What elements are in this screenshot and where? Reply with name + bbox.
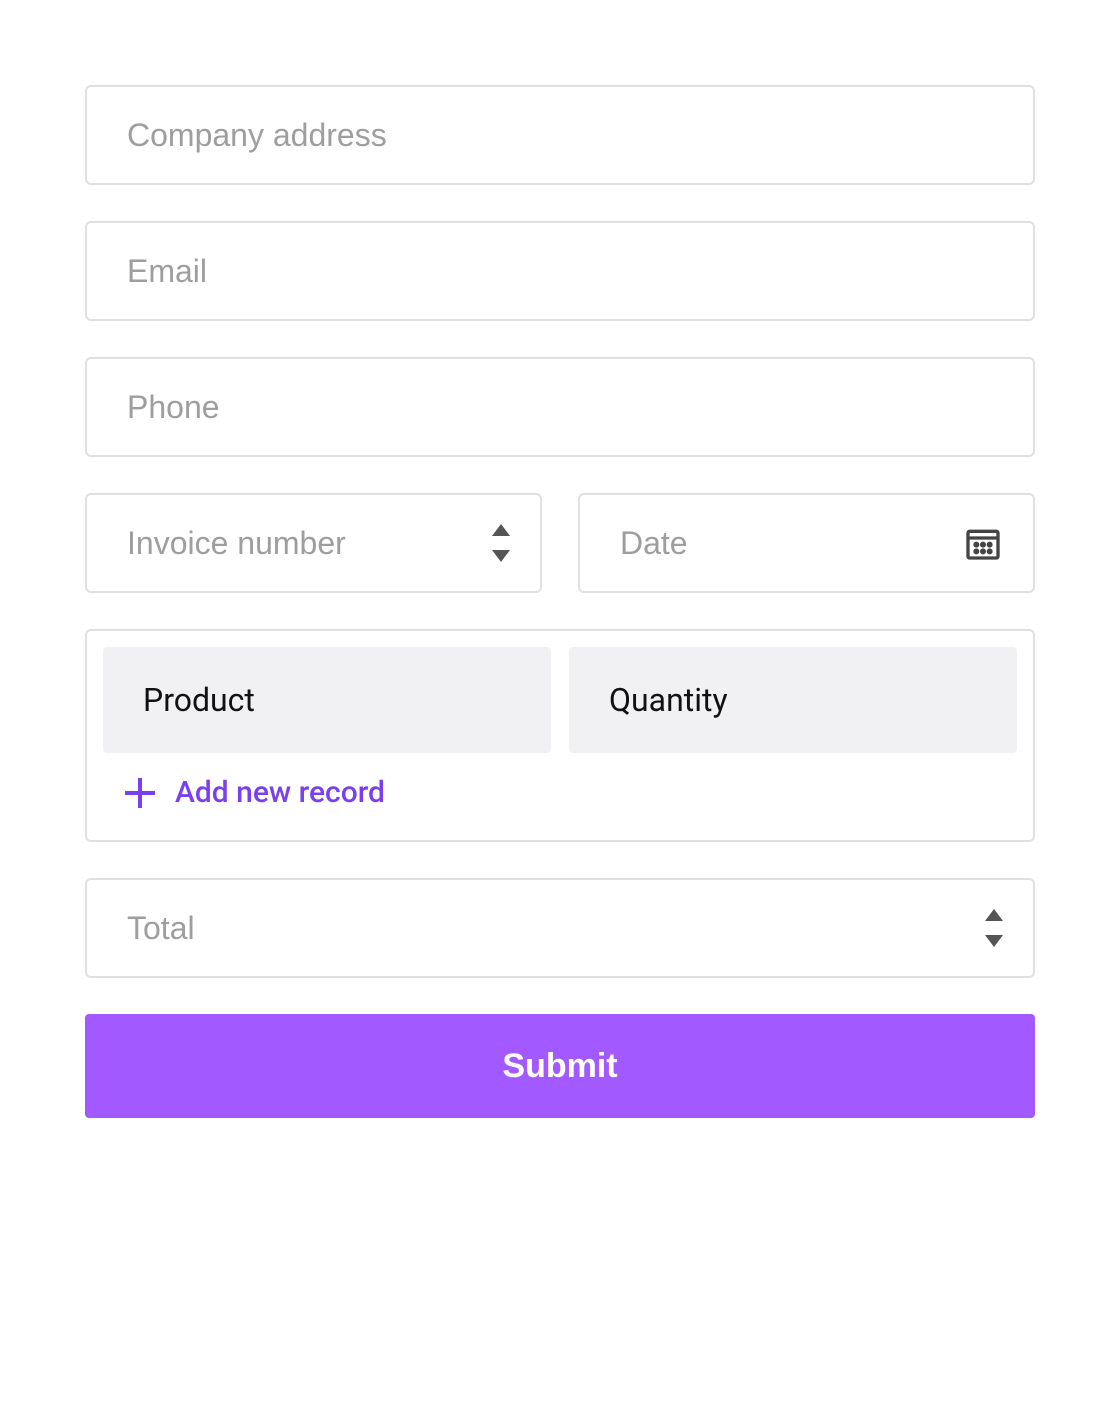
- date-field[interactable]: [620, 525, 993, 562]
- invoice-date-row: [85, 493, 1035, 593]
- email-field-wrap: [85, 221, 1035, 321]
- step-up-icon[interactable]: [985, 909, 1003, 921]
- total-stepper: [985, 909, 1003, 947]
- step-up-icon[interactable]: [492, 524, 510, 536]
- company-address-field[interactable]: [127, 117, 993, 154]
- submit-button[interactable]: Submit: [85, 1014, 1035, 1118]
- total-field[interactable]: [127, 910, 993, 947]
- phone-field[interactable]: [127, 389, 993, 426]
- step-down-icon[interactable]: [492, 550, 510, 562]
- date-field-wrap: [578, 493, 1035, 593]
- add-record-button[interactable]: Add new record: [103, 753, 1017, 824]
- company-address-field-wrap: [85, 85, 1035, 185]
- invoice-number-field[interactable]: [127, 525, 500, 562]
- email-field[interactable]: [127, 253, 993, 290]
- column-header-product: Product: [103, 647, 551, 753]
- step-down-icon[interactable]: [985, 935, 1003, 947]
- invoice-form: Product Quantity Add new record Submit: [85, 85, 1035, 1118]
- plus-icon: [125, 778, 155, 808]
- table-header-row: Product Quantity: [103, 647, 1017, 753]
- line-items-table: Product Quantity Add new record: [85, 629, 1035, 842]
- add-record-label: Add new record: [175, 775, 385, 810]
- phone-field-wrap: [85, 357, 1035, 457]
- invoice-number-field-wrap: [85, 493, 542, 593]
- invoice-number-stepper: [492, 524, 510, 562]
- calendar-icon[interactable]: [963, 523, 1003, 563]
- column-header-quantity: Quantity: [569, 647, 1017, 753]
- total-field-wrap: [85, 878, 1035, 978]
